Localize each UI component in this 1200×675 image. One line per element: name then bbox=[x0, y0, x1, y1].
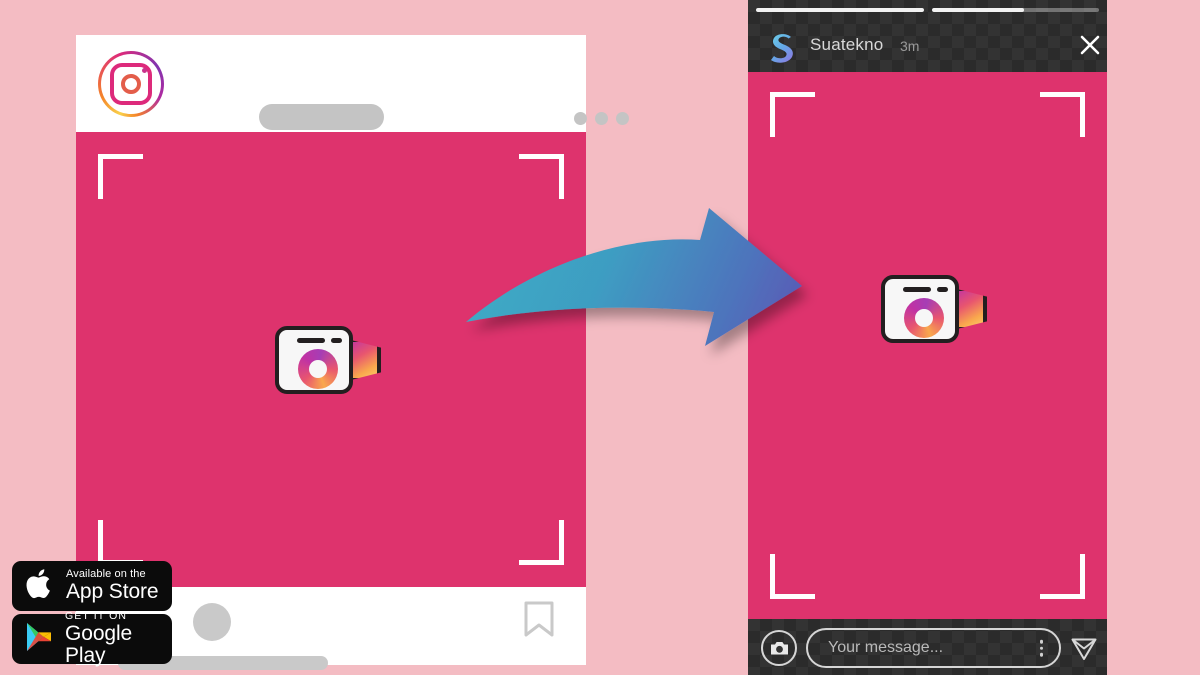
story-bottom-bar: Your message... bbox=[748, 619, 1107, 675]
frame-bracket-top-right bbox=[519, 154, 564, 199]
story-timestamp: 3m bbox=[900, 38, 920, 54]
story-video-camera-body bbox=[881, 275, 959, 343]
post-username-placeholder[interactable] bbox=[259, 104, 384, 130]
story-progress-fill-1 bbox=[756, 8, 924, 12]
instagram-glyph bbox=[110, 63, 152, 105]
suatekno-s-logo-icon[interactable] bbox=[764, 28, 802, 66]
story-message-placeholder: Your message... bbox=[828, 639, 944, 656]
video-camera-bar-long bbox=[297, 338, 325, 343]
curved-arrow-icon bbox=[462, 200, 842, 370]
story-video-camera-icon bbox=[881, 275, 987, 343]
google-play-badge[interactable]: GET IT ON Google Play bbox=[12, 609, 172, 668]
vertical-dots-dot-1 bbox=[1039, 639, 1043, 644]
app-store-line-1: Available on the bbox=[66, 567, 146, 580]
story-frame-bracket-top-left bbox=[770, 92, 815, 137]
three-dots-icon-dot-2 bbox=[595, 112, 608, 125]
google-play-line-2: Google Play bbox=[65, 621, 133, 668]
app-store-badge-text: Available on the App Store bbox=[66, 567, 159, 604]
app-store-badge[interactable]: Available on the App Store bbox=[12, 561, 172, 611]
story-progress-segment-1[interactable] bbox=[756, 8, 924, 12]
camera-icon[interactable] bbox=[761, 630, 797, 666]
story-video-camera-lens bbox=[904, 298, 944, 338]
bookmark-icon[interactable] bbox=[523, 600, 555, 643]
send-paper-plane-icon[interactable] bbox=[1070, 634, 1098, 662]
story-progress-bars bbox=[756, 8, 1099, 12]
three-dots-icon-dot-3 bbox=[616, 112, 629, 125]
story-username[interactable]: Suatekno bbox=[810, 35, 883, 55]
story-progress-fill-2 bbox=[931, 8, 1024, 12]
instagram-dot-shape bbox=[142, 68, 147, 73]
story-video-camera-bar-short bbox=[937, 287, 948, 292]
google-play-line-1: GET IT ON bbox=[65, 609, 128, 622]
post-more-options-button[interactable] bbox=[574, 112, 629, 125]
close-x-icon[interactable] bbox=[1078, 33, 1102, 57]
post-like-placeholder[interactable] bbox=[193, 603, 231, 641]
app-store-line-2: App Store bbox=[66, 580, 159, 604]
frame-bracket-bottom-left bbox=[98, 520, 143, 565]
story-progress-segment-2[interactable] bbox=[931, 8, 1099, 12]
story-video-camera-bar-long bbox=[903, 287, 931, 292]
video-camera-body bbox=[275, 326, 353, 394]
avatar-inner bbox=[101, 54, 161, 114]
apple-logo-icon bbox=[25, 567, 55, 606]
instagram-logo-icon[interactable] bbox=[98, 51, 164, 117]
story-frame-bracket-bottom-right bbox=[1040, 554, 1085, 599]
story-frame-bracket-top-right bbox=[1040, 92, 1085, 137]
video-camera-bar-short bbox=[331, 338, 342, 343]
vertical-dots-icon[interactable] bbox=[1039, 639, 1043, 657]
frame-bracket-bottom-right bbox=[519, 520, 564, 565]
google-play-triangle-icon bbox=[25, 621, 54, 658]
vertical-dots-dot-3 bbox=[1039, 652, 1043, 657]
video-camera-icon bbox=[275, 326, 381, 394]
google-play-badge-text: GET IT ON Google Play bbox=[65, 609, 172, 668]
story-top-bar: Suatekno 3m bbox=[748, 0, 1107, 72]
video-camera-lens bbox=[298, 349, 338, 389]
instagram-lens-shape bbox=[121, 74, 141, 94]
screenshot-canvas: Suatekno 3m Your message... Available on… bbox=[0, 0, 1200, 675]
frame-bracket-top-left bbox=[98, 154, 143, 199]
story-message-input[interactable]: Your message... bbox=[806, 628, 1061, 668]
story-frame-bracket-bottom-left bbox=[770, 554, 815, 599]
post-header bbox=[76, 35, 629, 132]
three-dots-icon-dot-1 bbox=[574, 112, 587, 125]
vertical-dots-dot-2 bbox=[1039, 646, 1043, 650]
